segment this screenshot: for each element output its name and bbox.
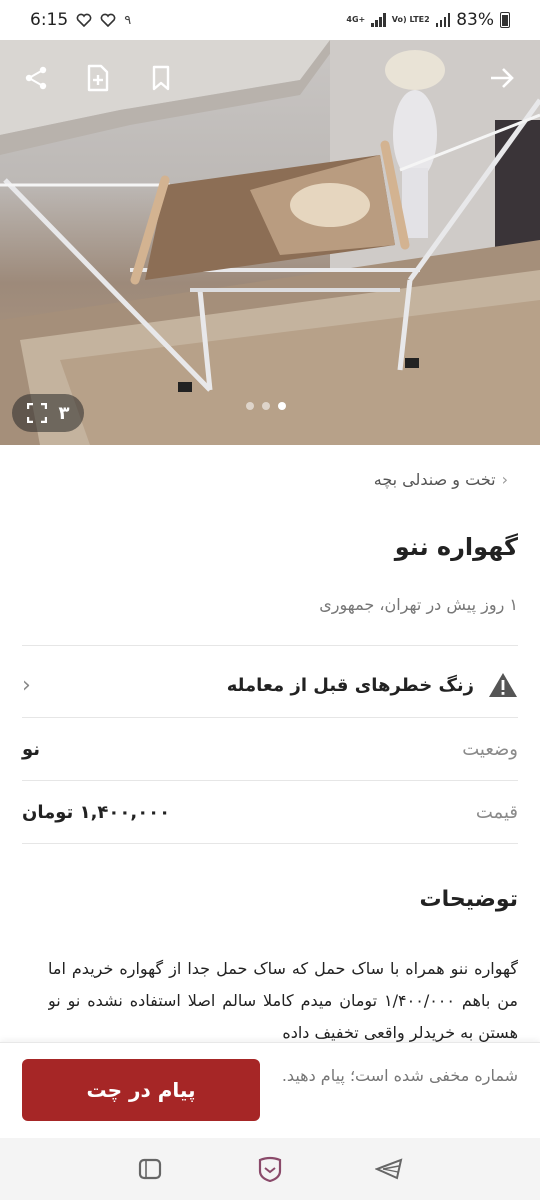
detail-value: ۱,۴۰۰,۰۰۰ تومان (22, 801, 171, 823)
system-nav-bar (0, 1138, 540, 1200)
chevron-left-icon: ‹ (501, 470, 508, 489)
listing-photo[interactable]: ۳ (0, 40, 540, 445)
status-time: 6:15 (30, 10, 69, 30)
bookmark-button[interactable] (143, 60, 179, 96)
status-bar: 6:15 ۹ 4G+ Vo) LTE2 83% (0, 0, 540, 40)
bookmark-icon (152, 65, 170, 91)
photo-pagination-dots (246, 402, 286, 410)
signal-icon-2 (435, 13, 451, 27)
divider (22, 843, 518, 844)
home-icon (258, 1156, 282, 1182)
photo-count: ۳ (58, 402, 70, 424)
share-button[interactable] (18, 60, 54, 96)
back-button[interactable] (372, 1151, 408, 1187)
pagination-dot (262, 402, 270, 410)
hidden-number-note: شماره مخفی شده است؛ پیام دهید. (281, 1066, 518, 1085)
pagination-dot-active (278, 402, 286, 410)
status-left: 6:15 ۹ (30, 10, 131, 30)
back-arrow-button[interactable] (484, 60, 520, 96)
detail-key: قیمت (475, 801, 518, 823)
detail-row-price: قیمت ۱,۴۰۰,۰۰۰ تومان (22, 782, 518, 842)
fullscreen-icon (26, 403, 47, 423)
breadcrumb-category: تخت و صندلی بچه (373, 470, 496, 489)
share-icon (25, 66, 47, 90)
heart-notification-icon-2 (100, 13, 116, 27)
safety-warning-label: زنگ خطرهای قبل از معامله (226, 674, 474, 696)
battery-icon (500, 12, 510, 28)
divider (22, 645, 518, 646)
heart-notification-icon (76, 13, 92, 27)
status-right: 4G+ Vo) LTE2 83% (346, 10, 510, 30)
arrow-forward-icon (491, 68, 514, 88)
add-note-icon (87, 64, 109, 92)
home-button[interactable] (252, 1151, 288, 1187)
signal-icon (371, 13, 386, 27)
lte-label: Vo) LTE2 (391, 15, 430, 24)
recent-apps-icon (138, 1158, 162, 1180)
description-heading: توضیحات (419, 887, 518, 912)
divider (22, 780, 518, 781)
notification-count: ۹ (124, 12, 132, 28)
chevron-left-icon: ‹ (22, 672, 31, 698)
detail-row-condition: وضعیت نو (22, 719, 518, 779)
divider (22, 717, 518, 718)
listing-subtitle: ۱ روز پیش در تهران، جمهوری (319, 595, 518, 614)
add-note-button[interactable] (80, 60, 116, 96)
warning-icon (489, 673, 517, 697)
chat-message-button[interactable]: پیام در چت (22, 1059, 260, 1121)
detail-key: وضعیت (462, 738, 518, 760)
network-type-label: 4G+ (346, 15, 366, 24)
listing-title: گهواره ننو (394, 533, 518, 561)
description-text: گهواره ننو همراه با ساک حمل که ساک حمل ج… (48, 959, 518, 1042)
safety-warning-row[interactable]: زنگ خطرهای قبل از معامله ‹ (0, 655, 540, 715)
recent-apps-button[interactable] (132, 1151, 168, 1187)
cradle-photo-illustration (0, 40, 540, 445)
detail-value: نو (22, 738, 41, 760)
battery-percent: 83% (456, 10, 494, 30)
breadcrumb[interactable]: ‹ تخت و صندلی بچه (374, 470, 508, 489)
pagination-dot (246, 402, 254, 410)
contact-action-bar: شماره مخفی شده است؛ پیام دهید. پیام در چ… (0, 1042, 540, 1138)
back-icon (375, 1158, 403, 1180)
gallery-fullscreen-button[interactable]: ۳ (12, 394, 84, 432)
